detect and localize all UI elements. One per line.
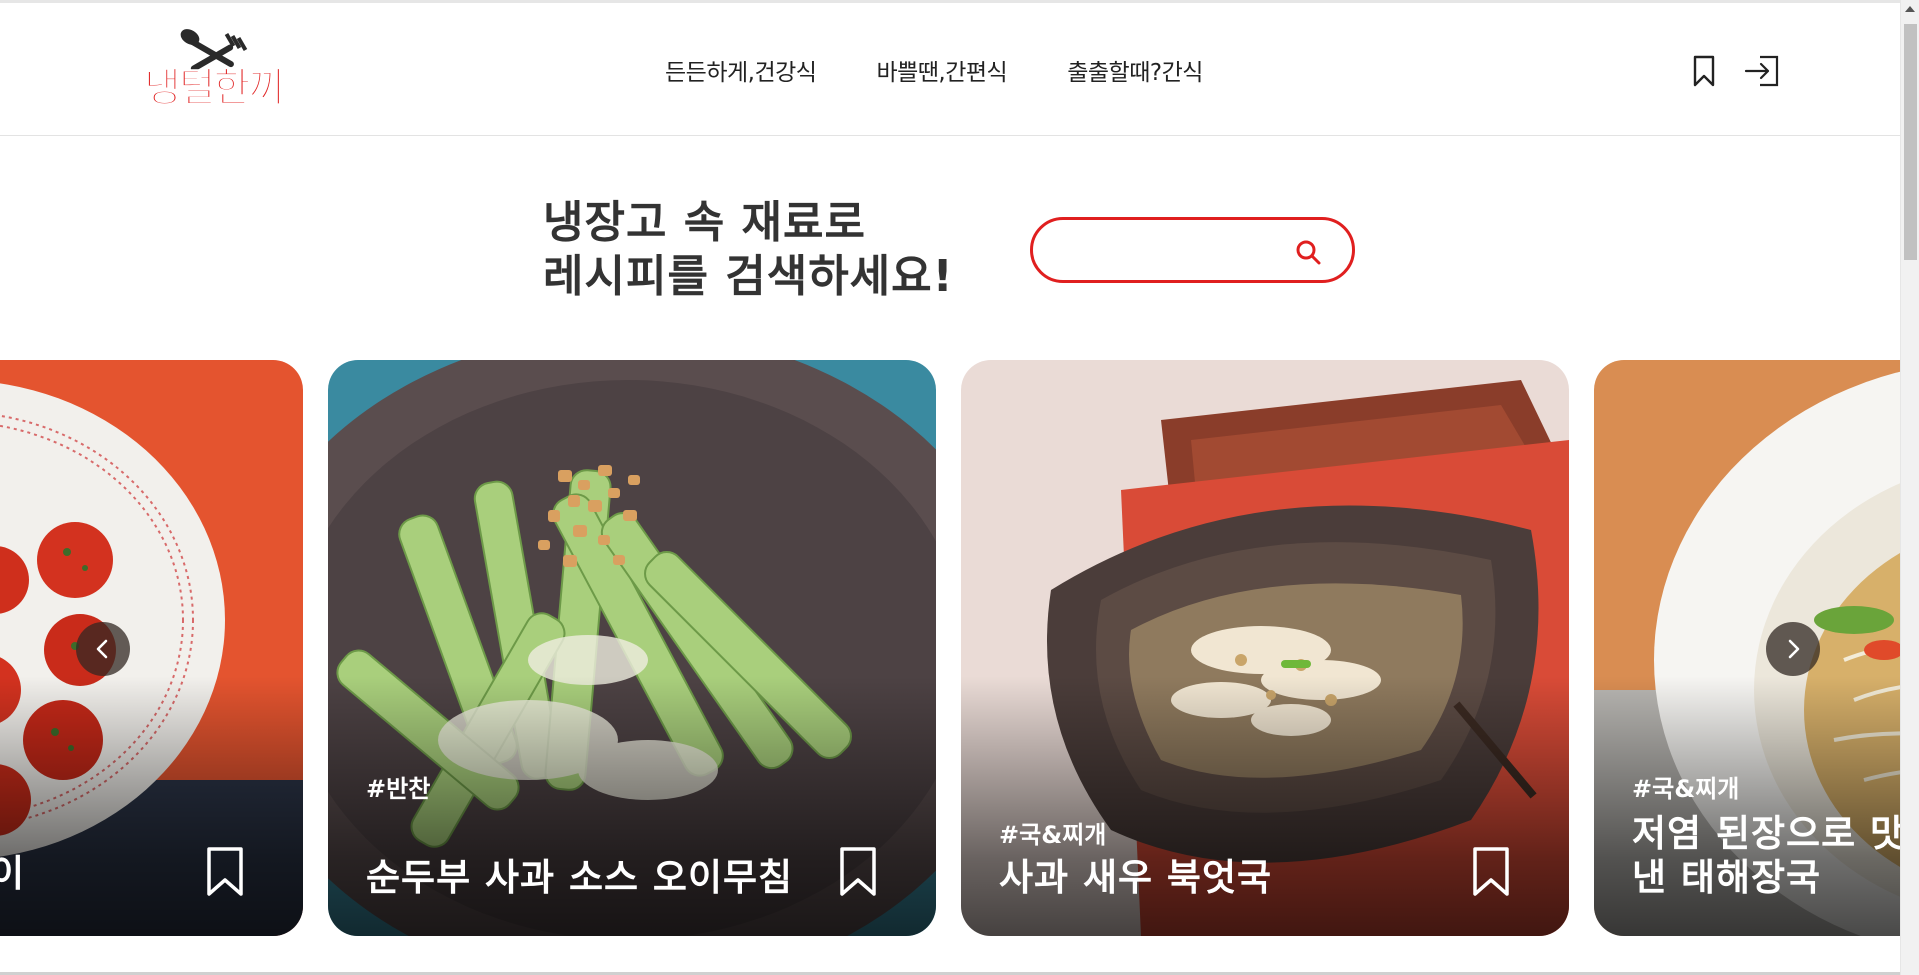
recipe-search-box [1030, 217, 1355, 283]
site-logo[interactable]: 냉털한끼 [140, 25, 316, 117]
header-actions [1684, 51, 1782, 91]
recipe-tag: #국&찌개 [1632, 775, 1740, 803]
carousel-next-button[interactable] [1766, 622, 1820, 676]
recipe-tag: #국&찌개 [999, 821, 1107, 849]
nav-item-snack[interactable]: 출출할때?간식 [1067, 53, 1203, 87]
recipe-card-soup[interactable]: #국&찌개 사과 새우 북엇국 [961, 360, 1569, 936]
bookmark-icon[interactable] [1684, 51, 1724, 91]
recipe-title: 사과 새우 북엇국 [999, 856, 1273, 899]
recipe-title: 저염 된장으로 맛낸 태해장국 [1632, 812, 1900, 899]
hero-heading-line1: 냉장고 속 재료로 [543, 197, 866, 248]
recipe-search-input[interactable] [1059, 232, 1279, 268]
chevron-right-icon [1788, 639, 1800, 659]
hero-heading: 냉장고 속 재료로 레시피를 검색하세요! [543, 196, 954, 304]
recipe-tag: #반찬 [366, 775, 431, 803]
scroll-up-arrow-icon[interactable] [1905, 6, 1915, 12]
recipe-card-hangover-soup[interactable]: #국&찌개 저염 된장으로 맛낸 태해장국 [1594, 360, 1900, 936]
fork-spoon-icon: 냉털한끼 [144, 29, 286, 112]
main-nav: 든든하게,건강식 바쁠땐,간편식 출출할때?간식 [665, 53, 1203, 87]
site-header: 냉털한끼 든든하게,건강식 바쁠땐,간편식 출출할때?간식 [0, 3, 1900, 136]
chevron-left-icon [96, 639, 108, 659]
recipe-carousel: ...이 [0, 360, 1900, 938]
nav-item-healthy[interactable]: 든든하게,건강식 [665, 53, 817, 87]
svg-text:냉털한끼: 냉털한끼 [144, 65, 283, 111]
recipe-card-tomato[interactable]: ...이 [0, 360, 303, 936]
search-icon[interactable] [1288, 232, 1328, 272]
bookmark-outline-icon[interactable] [1471, 846, 1511, 898]
card-shade [0, 676, 303, 936]
recipe-card-cucumber[interactable]: #반찬 순두부 사과 소스 오이무침 [328, 360, 936, 936]
nav-item-quick[interactable]: 바쁠땐,간편식 [876, 53, 1007, 87]
hero-heading-line2: 레시피를 검색하세요! [543, 251, 954, 302]
recipe-title: 순두부 사과 소스 오이무침 [366, 856, 794, 899]
bookmark-outline-icon[interactable] [205, 846, 245, 898]
login-icon[interactable] [1742, 51, 1782, 91]
page-scrollbar[interactable] [1900, 0, 1919, 975]
bookmark-outline-icon[interactable] [838, 846, 878, 898]
scrollbar-thumb[interactable] [1904, 24, 1917, 260]
carousel-prev-button[interactable] [76, 622, 130, 676]
recipe-title: ...이 [0, 852, 26, 895]
